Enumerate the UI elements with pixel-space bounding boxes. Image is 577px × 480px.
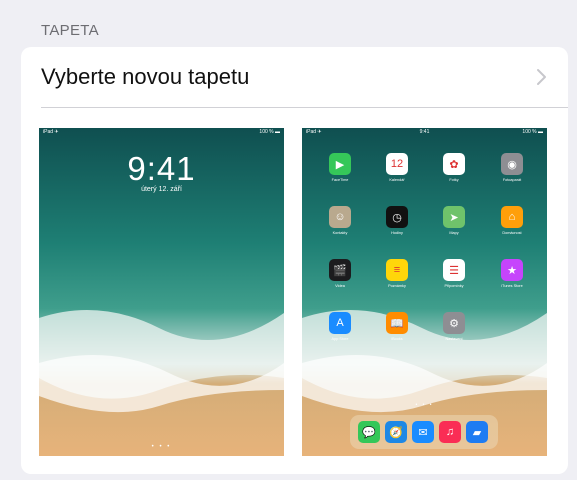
facetime-icon: ▶ (329, 153, 351, 175)
safari-icon[interactable]: 🧭 (385, 421, 407, 443)
choose-wallpaper-label: Vyberte novou tapetu (41, 64, 250, 89)
settings-icon: ⚙ (443, 312, 465, 334)
app-label: Videa (335, 284, 345, 288)
app-label: Domácnost (502, 231, 522, 235)
app-label: App Store (331, 337, 349, 341)
app-ibooks[interactable]: 📖 iBooks (377, 312, 417, 341)
dock: 💬 🧭 ✉ ♫ ▰ (350, 415, 498, 449)
app-contacts[interactable]: ☺ Kontakty (320, 206, 360, 235)
files-icon[interactable]: ▰ (466, 421, 488, 443)
reminders-icon: ☰ (443, 259, 465, 281)
app-itunes-store[interactable]: ★ iTunes Store (492, 259, 532, 288)
calendar-icon: 12 (386, 153, 408, 175)
divider (41, 107, 568, 108)
app-label: iTunes Store (501, 284, 523, 288)
app-facetime[interactable]: ▶ FaceTime (320, 153, 360, 182)
app-notes[interactable]: ≡ Poznámky (377, 259, 417, 288)
app-store-icon: A (329, 312, 351, 334)
videos-icon: 🎬 (329, 259, 351, 281)
app-label: Připomínky (444, 284, 464, 288)
app-reminders[interactable]: ☰ Připomínky (434, 259, 474, 288)
app-home-app[interactable]: ⌂ Domácnost (492, 206, 532, 235)
app-label: Poznámky (388, 284, 406, 288)
app-maps[interactable]: ➤ Mapy (434, 206, 474, 235)
status-left: iPad ✈ (43, 129, 59, 135)
contacts-icon: ☺ (329, 206, 351, 228)
app-label: Nastavení (445, 337, 463, 341)
notes-icon: ≡ (386, 259, 408, 281)
home-screen-preview[interactable]: iPad ✈ 9:41 100 % ▬ ▶ FaceTime 12 Kalendář ✿… (302, 128, 547, 456)
app-label: Hodiny (391, 231, 403, 235)
choose-wallpaper-row[interactable]: Vyberte novou tapetu (21, 47, 568, 107)
app-calendar[interactable]: 12 Kalendář (377, 153, 417, 182)
lock-time: 9:41 (127, 150, 196, 187)
app-app-store[interactable]: A App Store (320, 312, 360, 341)
app-clock[interactable]: ◷ Hodiny (377, 206, 417, 235)
mail-icon[interactable]: ✉ (412, 421, 434, 443)
app-label: Kontakty (332, 231, 348, 235)
chevron-right-icon (537, 69, 546, 85)
maps-icon: ➤ (443, 206, 465, 228)
app-camera[interactable]: ◉ Fotoaparát (492, 153, 532, 182)
app-label: Kalendář (389, 178, 405, 182)
app-label: Mapy (449, 231, 459, 235)
page-dots: • • • (151, 444, 172, 450)
app-videos[interactable]: 🎬 Videa (320, 259, 360, 288)
app-label: Fotoaparát (502, 178, 522, 182)
status-time: 9:41 (419, 129, 430, 135)
lock-date: úterý 12. září (141, 186, 182, 193)
status-battery: 100 % ▬ (522, 129, 543, 135)
status-battery: 100 % ▬ (259, 129, 280, 135)
photos-icon: ✿ (443, 153, 465, 175)
lock-screen-preview[interactable]: iPad ✈ 100 % ▬ 9:41 úterý 12. září • • • (39, 128, 284, 456)
status-bar: iPad ✈ 9:41 100 % ▬ (302, 128, 547, 137)
camera-icon: ◉ (501, 153, 523, 175)
wallpaper-card: Vyberte novou tapetu iPad ✈ 100 % ▬ 9:41… (21, 47, 568, 474)
page-dots: • • • (415, 402, 434, 408)
section-title: TAPETA (41, 22, 99, 39)
app-label: iBooks (391, 337, 403, 341)
status-bar: iPad ✈ 100 % ▬ (39, 128, 284, 137)
home-app-icon: ⌂ (501, 206, 523, 228)
itunes-store-icon: ★ (501, 259, 523, 281)
clock-icon: ◷ (386, 206, 408, 228)
messages-icon[interactable]: 💬 (358, 421, 380, 443)
app-label: FaceTime (331, 178, 349, 182)
app-settings[interactable]: ⚙ Nastavení (434, 312, 474, 341)
music-icon[interactable]: ♫ (439, 421, 461, 443)
app-photos[interactable]: ✿ Fotky (434, 153, 474, 182)
app-label: Fotky (449, 178, 459, 182)
ibooks-icon: 📖 (386, 312, 408, 334)
